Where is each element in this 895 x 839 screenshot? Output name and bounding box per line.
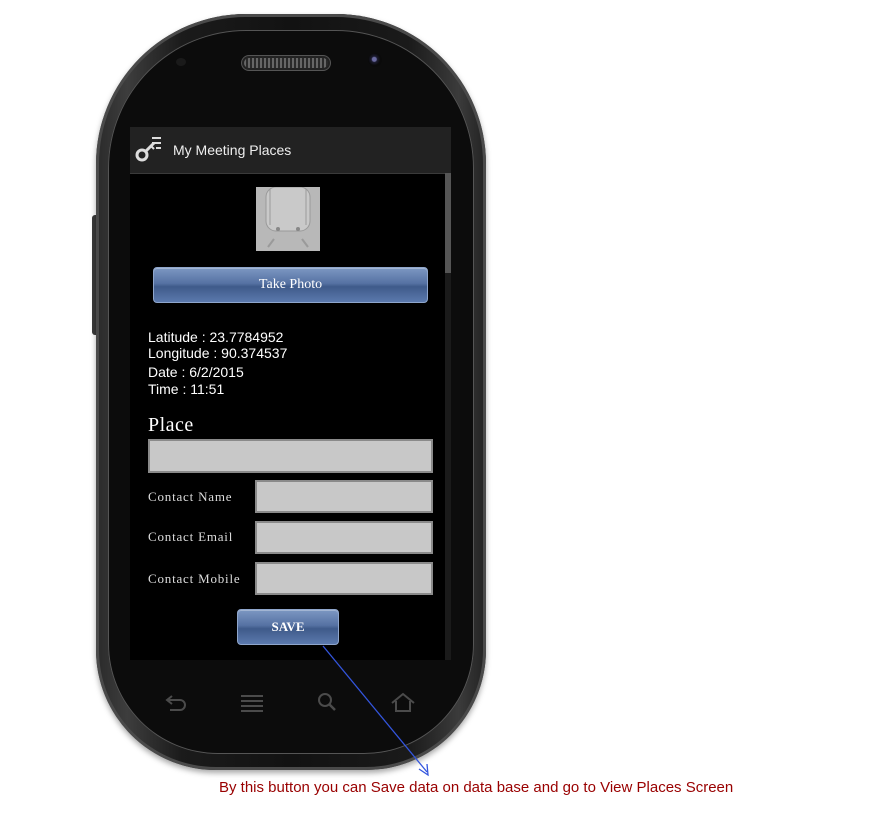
annotation-arrow <box>322 645 429 777</box>
annotation-text: By this button you can Save data on data… <box>219 779 734 796</box>
